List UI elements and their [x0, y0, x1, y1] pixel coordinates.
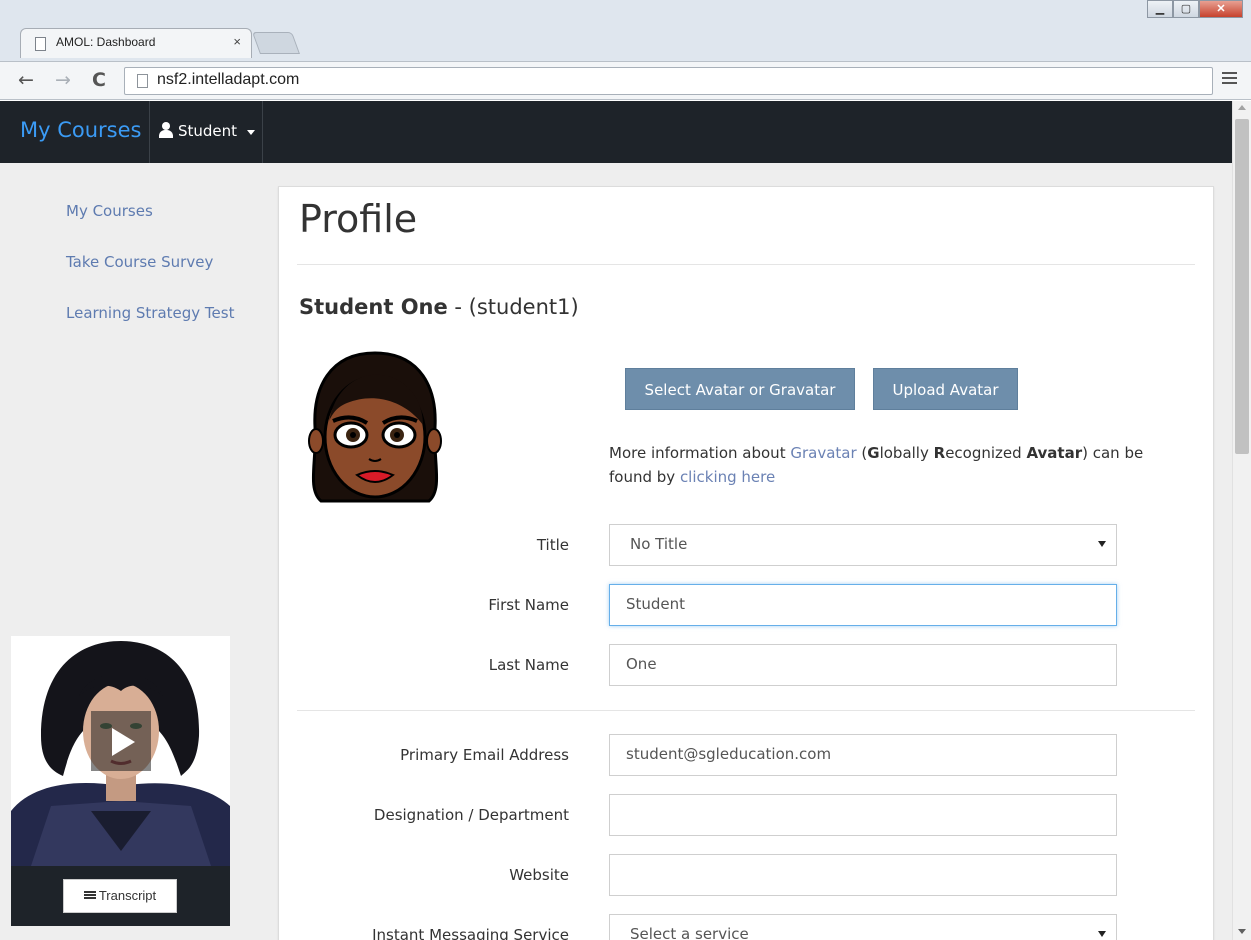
browser-toolbar: ← → C nsf2.intelladapt.com: [0, 62, 1251, 100]
profile-card: Profile Student One - (student1) Select …: [278, 186, 1214, 940]
caret-down-icon: [1098, 541, 1106, 547]
minimize-button[interactable]: ▁: [1147, 0, 1173, 18]
transcript-button[interactable]: Transcript: [63, 879, 177, 913]
browser-titlebar: AMOL: Dashboard × ▁ ▢ ✕: [0, 0, 1251, 62]
forward-arrow-icon[interactable]: →: [55, 70, 71, 90]
clicking-here-link[interactable]: clicking here: [680, 468, 775, 486]
page-icon: [35, 37, 46, 51]
close-tab-icon[interactable]: ×: [233, 34, 241, 49]
im-service-select[interactable]: Select a service: [609, 914, 1117, 940]
app-navbar: My Courses Student: [0, 101, 1232, 163]
page-icon: [137, 74, 148, 88]
transcript-label: Transcript: [98, 888, 157, 903]
window-controls: ▁ ▢ ✕: [1147, 0, 1243, 18]
sidebar-item-my-courses[interactable]: My Courses: [66, 202, 153, 220]
website-field[interactable]: [609, 854, 1117, 896]
list-icon: [83, 891, 96, 901]
video-player[interactable]: [11, 636, 230, 866]
browser-tab[interactable]: AMOL: Dashboard ×: [20, 28, 252, 58]
sidebar-item-learning-strategy-test[interactable]: Learning Strategy Test: [66, 304, 234, 322]
brand-link[interactable]: My Courses: [20, 118, 141, 142]
title-label: Title: [536, 536, 569, 554]
upload-avatar-button[interactable]: Upload Avatar: [873, 368, 1018, 410]
designation-label: Designation / Department: [373, 806, 569, 824]
address-bar[interactable]: nsf2.intelladapt.com: [124, 67, 1213, 95]
email-field[interactable]: student@sgleducation.com: [609, 734, 1117, 776]
select-avatar-button[interactable]: Select Avatar or Gravatar: [625, 368, 855, 410]
new-tab-button[interactable]: [251, 32, 301, 54]
student-full-name: Student One: [299, 295, 448, 319]
user-dropdown[interactable]: Student: [149, 101, 263, 163]
divider: [297, 264, 1195, 265]
presenter-video-frame: [11, 636, 230, 866]
tab-title: AMOL: Dashboard: [56, 35, 156, 49]
gravatar-link[interactable]: Gravatar: [790, 444, 856, 462]
title-select[interactable]: No Title: [609, 524, 1117, 566]
im-service-label: Instant Messaging Service: [372, 926, 569, 940]
avatar: [308, 351, 442, 503]
close-window-button[interactable]: ✕: [1199, 0, 1243, 18]
title-select-value: No Title: [630, 535, 688, 553]
caret-down-icon: [247, 130, 255, 135]
user-label: Student: [178, 122, 238, 140]
maximize-button[interactable]: ▢: [1173, 0, 1199, 18]
im-service-select-value: Select a service: [630, 925, 749, 940]
user-icon: [158, 122, 174, 138]
hamburger-menu-icon[interactable]: [1222, 72, 1237, 87]
scroll-up-arrow-icon[interactable]: [1238, 105, 1246, 110]
divider: [297, 710, 1195, 711]
last-name-field[interactable]: One: [609, 644, 1117, 686]
reload-icon[interactable]: C: [92, 70, 106, 90]
back-arrow-icon[interactable]: ←: [18, 70, 34, 90]
student-username: - (student1): [454, 295, 579, 319]
website-label: Website: [509, 866, 569, 884]
page-scrollbar[interactable]: [1232, 101, 1251, 940]
address-url[interactable]: nsf2.intelladapt.com: [157, 71, 299, 89]
student-name-heading: Student One - (student1): [299, 295, 579, 319]
first-name-field[interactable]: Student: [609, 584, 1117, 626]
last-name-label: Last Name: [488, 656, 569, 674]
scroll-down-arrow-icon[interactable]: [1238, 929, 1246, 934]
scroll-thumb[interactable]: [1235, 119, 1249, 454]
first-name-label: First Name: [488, 596, 569, 614]
page-title: Profile: [299, 197, 418, 241]
designation-field[interactable]: [609, 794, 1117, 836]
sidebar-item-take-course-survey[interactable]: Take Course Survey: [66, 253, 213, 271]
gravatar-info-text: More information about Gravatar (Globall…: [609, 444, 1144, 486]
email-label: Primary Email Address: [400, 746, 569, 764]
caret-down-icon: [1098, 931, 1106, 937]
transcript-bar: Transcript: [11, 866, 230, 926]
